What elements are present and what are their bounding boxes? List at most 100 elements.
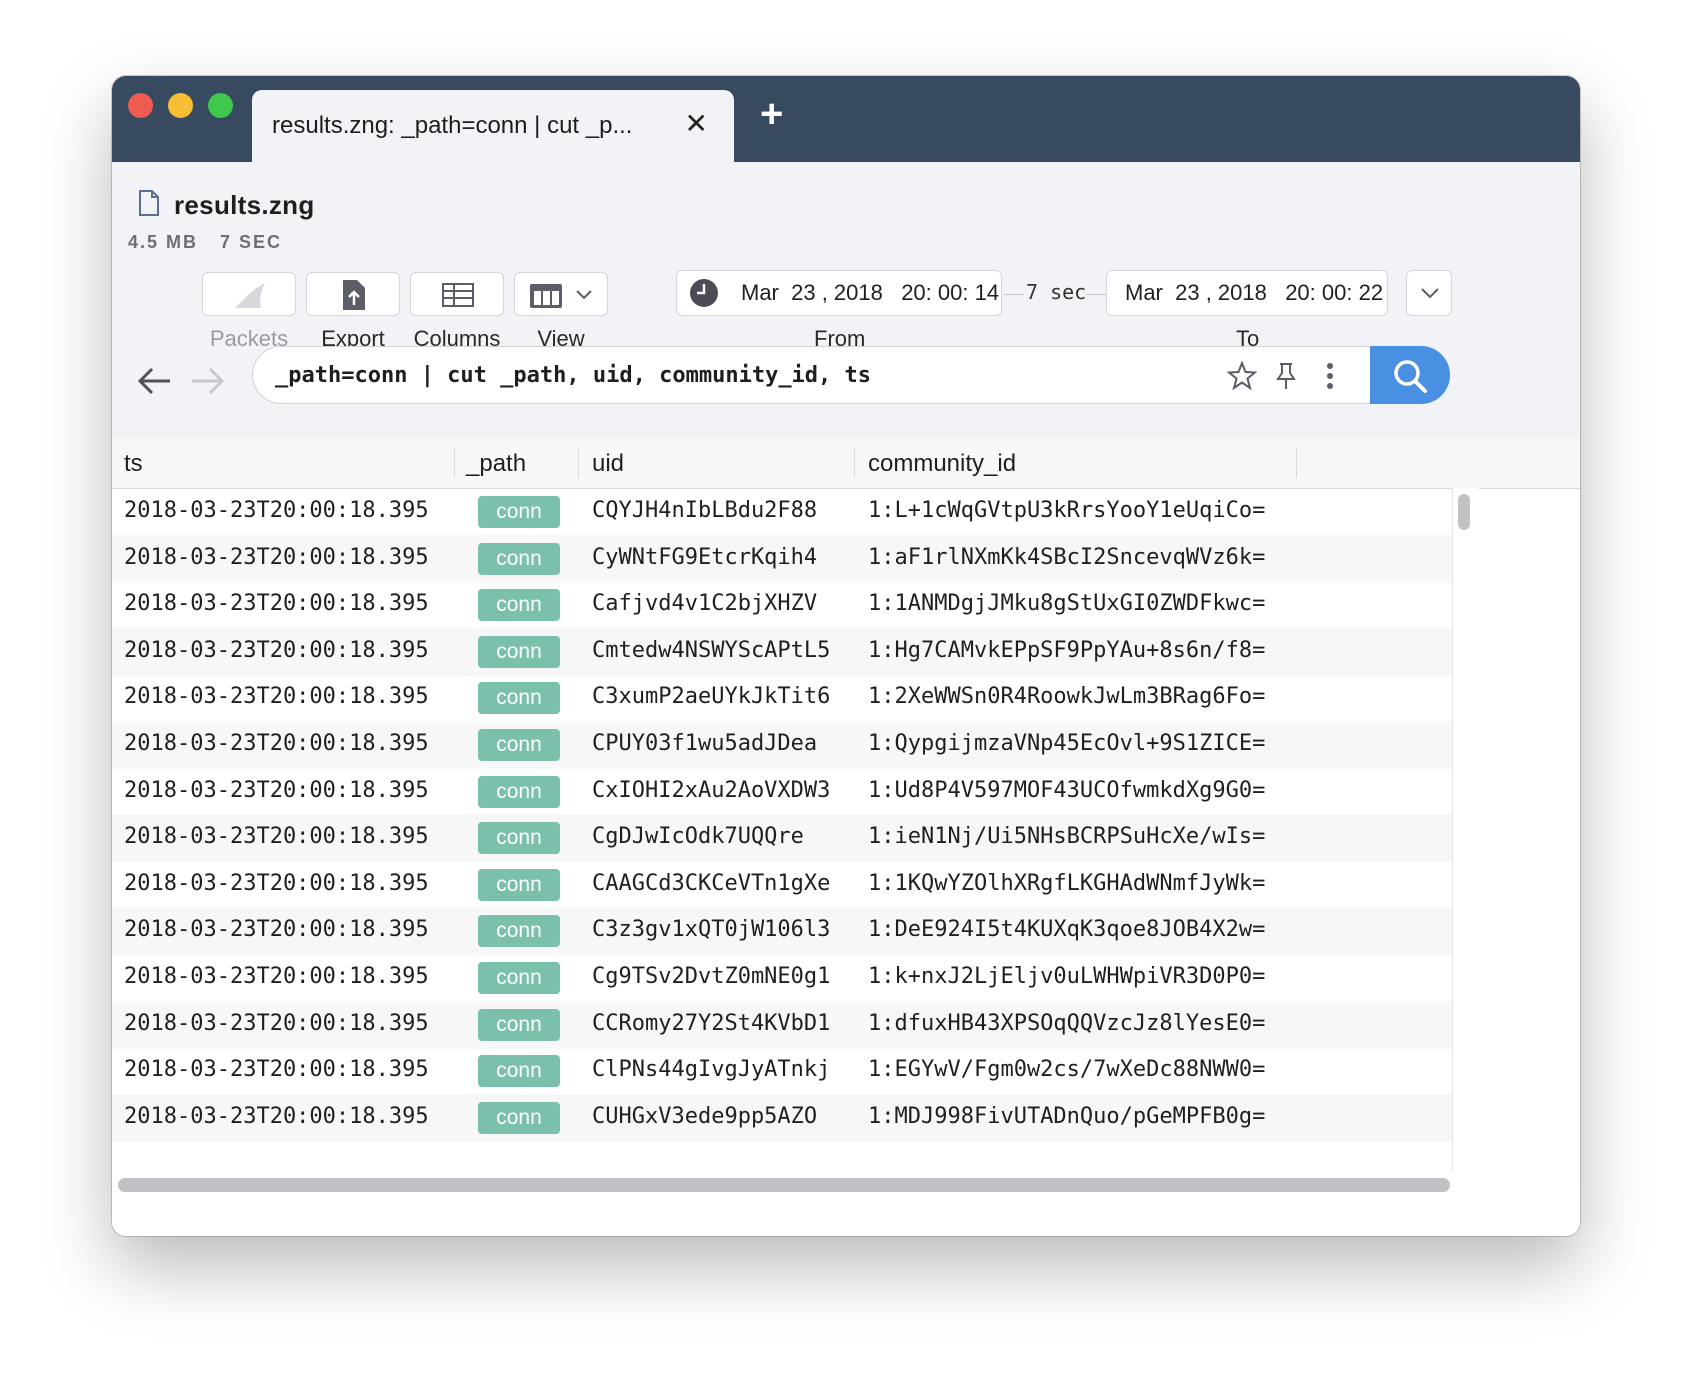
table-row[interactable]: 2018-03-23T20:00:18.395 conn CgDJwIcOdk7UQ… — [112, 814, 1452, 863]
cell-ts[interactable]: 2018-03-23T20:00:18.395 — [124, 824, 429, 849]
cell-uid[interactable]: Cafjvd4v1C2bjXHZV — [592, 591, 817, 616]
cell-community-id[interactable]: 1:1ANMDgjJMku8gStUxGI0ZWDFkwc= — [868, 591, 1265, 616]
column-header-path[interactable]: _path — [466, 450, 526, 478]
cell-uid[interactable]: CAAGCd3CKCeVTn1gXe — [592, 871, 830, 896]
path-badge[interactable]: conn — [478, 542, 560, 575]
path-badge[interactable]: conn — [478, 729, 560, 761]
path-badge[interactable]: conn — [478, 1101, 560, 1134]
cell-community-id[interactable]: 1:MDJ998FivUTADnQuo/pGeMPFB0g= — [868, 1104, 1265, 1129]
search-button[interactable] — [1370, 346, 1450, 404]
cell-ts[interactable]: 2018-03-23T20:00:18.395 — [124, 591, 429, 616]
table-row[interactable]: 2018-03-23T20:00:18.395 conn CPUY03f1wu5ad… — [112, 721, 1452, 769]
table-row[interactable]: 2018-03-23T20:00:18.395 conn C3z3gv1xQT0jW… — [112, 907, 1452, 956]
minimize-window-button[interactable] — [168, 93, 193, 118]
path-badge[interactable]: conn — [478, 1055, 560, 1088]
column-resize-handle[interactable] — [854, 448, 855, 478]
path-badge[interactable]: conn — [478, 822, 560, 855]
packets-button[interactable] — [202, 272, 296, 316]
close-window-button[interactable] — [128, 93, 153, 118]
cell-ts[interactable]: 2018-03-23T20:00:18.395 — [124, 1057, 429, 1082]
table-row[interactable]: 2018-03-23T20:00:18.395 conn ClPNs44gIvgJy… — [112, 1047, 1452, 1095]
cell-uid[interactable]: CQYJH4nIbLBdu2F88 — [592, 498, 817, 523]
cell-uid[interactable]: Cg9TSv2DvtZ0mNE0g1 — [592, 964, 830, 989]
path-badge[interactable]: conn — [478, 682, 560, 715]
cell-ts[interactable]: 2018-03-23T20:00:18.395 — [124, 917, 429, 942]
table-row[interactable]: 2018-03-23T20:00:18.395 conn C3xumP2aeUYkJ… — [112, 674, 1452, 722]
table-row[interactable]: 2018-03-23T20:00:18.395 conn CUHGxV3ede9pp… — [112, 1093, 1452, 1142]
path-badge[interactable]: conn — [478, 775, 560, 808]
cell-community-id[interactable]: 1:Hg7CAMvkEPpSF9PpYAu+8s6n/f8= — [868, 638, 1265, 663]
path-badge[interactable]: conn — [478, 496, 560, 528]
cell-ts[interactable]: 2018-03-23T20:00:18.395 — [124, 871, 429, 896]
cell-community-id[interactable]: 1:EGYwV/Fgm0w2cs/7wXeDc88NWW0= — [868, 1057, 1265, 1082]
more-vertical-icon[interactable] — [1315, 361, 1345, 391]
cell-community-id[interactable]: 1:L+1cWqGVtpU3kRrsYooY1eUqiCo= — [868, 498, 1265, 523]
cell-community-id[interactable]: 1:1KQwYZOlhXRgfLKGHAdWNmfJyWk= — [868, 871, 1265, 896]
table-row[interactable]: 2018-03-23T20:00:18.395 conn CyWNtFG9EtcrK… — [112, 534, 1452, 583]
export-button[interactable] — [306, 272, 400, 316]
time-range-menu-button[interactable] — [1406, 270, 1452, 316]
path-badge[interactable]: conn — [478, 589, 560, 622]
column-header-community-id[interactable]: community_id — [868, 450, 1016, 478]
to-date-picker[interactable]: Mar 23 , 2018 20: 00: 22 — [1106, 270, 1388, 316]
horizontal-scrollbar-thumb[interactable] — [118, 1178, 1450, 1192]
cell-ts[interactable]: 2018-03-23T20:00:18.395 — [124, 498, 429, 523]
path-badge[interactable]: conn — [478, 868, 560, 901]
column-header-ts[interactable]: ts — [124, 450, 143, 478]
column-header-uid[interactable]: uid — [592, 450, 624, 478]
cell-community-id[interactable]: 1:k+nxJ2LjEljv0uLWHWpiVR3D0P0= — [868, 964, 1265, 989]
table-row[interactable]: 2018-03-23T20:00:18.395 conn CxIOHI2xAu2Ao… — [112, 768, 1452, 816]
vertical-scrollbar[interactable] — [1452, 488, 1479, 1172]
table-row[interactable]: 2018-03-23T20:00:18.395 conn Cafjvd4v1C2bj… — [112, 581, 1452, 629]
cell-ts[interactable]: 2018-03-23T20:00:18.395 — [124, 545, 429, 570]
cell-uid[interactable]: Cmtedw4NSWYScAPtL5 — [592, 638, 830, 663]
cell-ts[interactable]: 2018-03-23T20:00:18.395 — [124, 684, 429, 709]
column-resize-handle[interactable] — [1296, 448, 1297, 478]
cell-ts[interactable]: 2018-03-23T20:00:18.395 — [124, 964, 429, 989]
cell-community-id[interactable]: 1:QypgijmzaVNp45EcOvl+9S1ZICE= — [868, 731, 1265, 756]
cell-community-id[interactable]: 1:DeE924I5t4KUXqK3qoe8JOB4X2w= — [868, 917, 1265, 942]
cell-community-id[interactable]: 1:aF1rlNXmKk4SBcI2SncevqWVz6k= — [868, 545, 1265, 570]
cell-ts[interactable]: 2018-03-23T20:00:18.395 — [124, 778, 429, 803]
star-icon[interactable] — [1227, 361, 1257, 391]
column-resize-handle[interactable] — [454, 448, 455, 478]
cell-uid[interactable]: CPUY03f1wu5adJDea — [592, 731, 817, 756]
cell-ts[interactable]: 2018-03-23T20:00:18.395 — [124, 638, 429, 663]
new-tab-button[interactable]: + — [760, 94, 783, 134]
back-arrow-icon[interactable] — [136, 366, 172, 396]
cell-uid[interactable]: C3z3gv1xQT0jW106l3 — [592, 917, 830, 942]
cell-uid[interactable]: ClPNs44gIvgJyATnkj — [592, 1057, 830, 1082]
cell-community-id[interactable]: 1:dfuxHB43XPSOqQQVzcJz8lYesE0= — [868, 1011, 1265, 1036]
path-badge[interactable]: conn — [478, 962, 560, 994]
cell-uid[interactable]: CUHGxV3ede9pp5AZO — [592, 1104, 817, 1129]
columns-button[interactable] — [410, 272, 504, 316]
cell-uid[interactable]: CxIOHI2xAu2AoVXDW3 — [592, 778, 830, 803]
search-input[interactable] — [275, 360, 1175, 390]
table-row[interactable]: 2018-03-23T20:00:18.395 conn CCRomy27Y2St4… — [112, 1000, 1452, 1049]
table-row[interactable]: 2018-03-23T20:00:18.395 conn Cmtedw4NSWYSc… — [112, 627, 1452, 676]
path-badge[interactable]: conn — [478, 915, 560, 948]
vertical-scrollbar-thumb[interactable] — [1458, 494, 1470, 530]
cell-ts[interactable]: 2018-03-23T20:00:18.395 — [124, 1104, 429, 1129]
path-badge[interactable]: conn — [478, 1008, 560, 1041]
cell-community-id[interactable]: 1:2XeWWSn0R4RoowkJwLm3BRag6Fo= — [868, 684, 1265, 709]
cell-ts[interactable]: 2018-03-23T20:00:18.395 — [124, 731, 429, 756]
view-button[interactable] — [514, 272, 608, 316]
cell-uid[interactable]: CCRomy27Y2St4KVbD1 — [592, 1011, 830, 1036]
table-row[interactable]: 2018-03-23T20:00:18.395 conn CQYJH4nIbLBdu… — [112, 488, 1452, 536]
cell-community-id[interactable]: 1:ieN1Nj/Ui5NHsBCRPSuHcXe/wIs= — [868, 824, 1265, 849]
from-date-picker[interactable]: Mar 23 , 2018 20: 00: 14 — [676, 270, 1002, 316]
cell-community-id[interactable]: 1:Ud8P4V597MOF43UCOfwmkdXg9G0= — [868, 778, 1265, 803]
cell-uid[interactable]: C3xumP2aeUYkJkTit6 — [592, 684, 830, 709]
tab-close-icon[interactable]: ✕ — [685, 108, 708, 140]
maximize-window-button[interactable] — [208, 93, 233, 118]
forward-arrow-icon[interactable] — [190, 366, 226, 396]
pin-icon[interactable] — [1271, 361, 1301, 391]
table-row[interactable]: 2018-03-23T20:00:18.395 conn CAAGCd3CKCeVT… — [112, 861, 1452, 909]
cell-ts[interactable]: 2018-03-23T20:00:18.395 — [124, 1011, 429, 1036]
column-resize-handle[interactable] — [578, 448, 579, 478]
tab-results[interactable]: results.zng: _path=conn | cut _p... ✕ — [252, 90, 734, 162]
cell-uid[interactable]: CgDJwIcOdk7UQQre — [592, 824, 804, 849]
cell-uid[interactable]: CyWNtFG9EtcrKqih4 — [592, 545, 817, 570]
table-row[interactable]: 2018-03-23T20:00:18.395 conn Cg9TSv2DvtZ0m… — [112, 954, 1452, 1002]
